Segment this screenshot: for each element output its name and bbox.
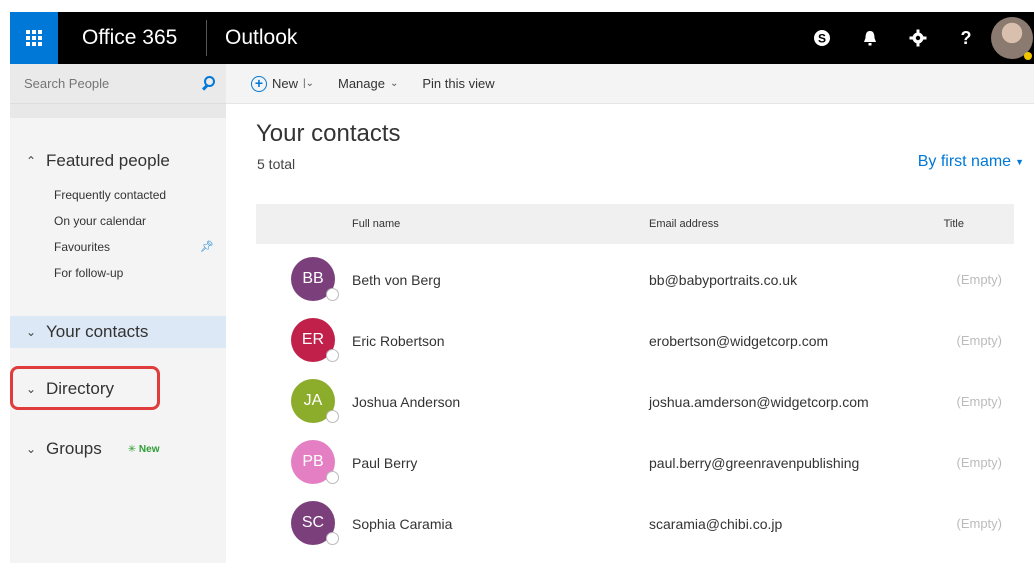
contact-title: (Empty): [956, 272, 1003, 287]
table-row[interactable]: ER Eric Robertson erobertson@widgetcorp.…: [256, 311, 1014, 372]
presence-indicator: [326, 288, 339, 301]
table-header: Full name Email address Title: [256, 204, 1014, 244]
contact-email: bb@babyportraits.co.uk: [649, 272, 798, 288]
new-badge: ✳ New: [127, 443, 160, 455]
notifications-button[interactable]: [846, 12, 894, 64]
gear-icon: [909, 29, 927, 47]
app-launcher-button[interactable]: [10, 12, 58, 64]
pin-view-button[interactable]: Pin this view: [422, 76, 494, 91]
table-row[interactable]: PB Paul Berry paul.berry@greenravenpubli…: [256, 433, 1014, 494]
contact-name: Paul Berry: [352, 455, 418, 471]
sidebar-item-favourites[interactable]: Favourites 📌︎: [54, 234, 226, 260]
new-button[interactable]: + New |⌄: [251, 75, 314, 92]
contacts-list: BB Beth von Berg bb@babyportraits.co.uk …: [256, 250, 1014, 555]
help-icon: ?: [960, 27, 972, 48]
contact-email: paul.berry@greenravenpublishing: [649, 455, 860, 471]
column-title[interactable]: Title: [944, 218, 964, 230]
chevron-down-icon: ⌄: [389, 78, 399, 89]
contact-name: Beth von Berg: [352, 272, 441, 288]
sort-dropdown[interactable]: By first name ▼: [918, 153, 1024, 171]
presence-indicator: [326, 349, 339, 362]
featured-people-label: Featured people: [46, 151, 170, 170]
highlight-annotation: [10, 366, 160, 410]
chevron-down-icon: ⌄: [26, 325, 37, 339]
table-row[interactable]: JA Joshua Anderson joshua.amderson@widge…: [256, 372, 1014, 433]
presence-indicator: [326, 471, 339, 484]
header-divider: [206, 20, 207, 56]
skype-icon: S: [814, 30, 830, 46]
contact-name: Joshua Anderson: [352, 394, 461, 410]
skype-button[interactable]: S: [798, 12, 846, 64]
user-avatar[interactable]: [990, 12, 1034, 64]
table-row[interactable]: BB Beth von Berg bb@babyportraits.co.uk …: [256, 250, 1014, 311]
chevron-down-icon: ⌄: [26, 442, 37, 456]
settings-button[interactable]: [894, 12, 942, 64]
search-box: [10, 64, 226, 104]
waffle-icon: [26, 30, 42, 46]
help-button[interactable]: ?: [942, 12, 990, 64]
presence-indicator: [326, 532, 339, 545]
column-full-name[interactable]: Full name: [352, 218, 400, 230]
your-contacts-label: Your contacts: [46, 322, 149, 341]
search-icon[interactable]: [200, 75, 216, 93]
sidebar-item-groups[interactable]: ⌄ Groups ✳ New: [10, 434, 226, 464]
contact-email: joshua.amderson@widgetcorp.com: [649, 394, 869, 410]
column-email[interactable]: Email address: [649, 218, 719, 230]
sidebar-spacer: [10, 104, 226, 118]
contact-title: (Empty): [956, 516, 1003, 531]
featured-people-header[interactable]: ⌃ Featured people: [10, 146, 226, 176]
app-name[interactable]: Outlook: [225, 26, 798, 50]
featured-list: Frequently contacted On your calendar Fa…: [10, 182, 226, 286]
groups-label: Groups: [46, 439, 102, 458]
plus-icon: +: [251, 75, 267, 92]
contacts-pane: + New |⌄ Manage ⌄ Pin this view Your con…: [226, 64, 1034, 563]
presence-dot: [1024, 52, 1032, 60]
table-row[interactable]: SC Sophia Caramia scaramia@chibi.co.jp (…: [256, 494, 1014, 555]
sidebar-item-on-your-calendar[interactable]: On your calendar: [54, 208, 226, 234]
contact-count: 5 total: [257, 156, 296, 172]
sidebar-item-frequently-contacted[interactable]: Frequently contacted: [54, 182, 226, 208]
page-title: Your contacts: [256, 120, 401, 147]
suite-header: Office 365 Outlook S ?: [10, 12, 1034, 64]
contact-name: Eric Robertson: [352, 333, 445, 349]
contact-title: (Empty): [956, 333, 1003, 348]
manage-button[interactable]: Manage ⌄: [338, 76, 398, 91]
presence-indicator: [326, 410, 339, 423]
command-bar: + New |⌄ Manage ⌄ Pin this view: [226, 64, 1034, 104]
contact-name: Sophia Caramia: [352, 516, 453, 532]
search-input[interactable]: [24, 76, 200, 91]
bell-icon: [864, 31, 876, 46]
sidebar-item-your-contacts[interactable]: ⌄ Your contacts: [10, 316, 226, 348]
people-sidebar: ⌃ Featured people Frequently contacted O…: [10, 64, 226, 563]
chevron-down-icon[interactable]: |⌄: [303, 78, 314, 89]
contact-title: (Empty): [956, 455, 1003, 470]
sidebar-item-directory[interactable]: ⌄ Directory: [10, 366, 226, 410]
contact-email: scaramia@chibi.co.jp: [649, 516, 783, 532]
sidebar-item-for-follow-up[interactable]: For follow-up: [54, 260, 226, 286]
caret-down-icon: ▼: [1015, 157, 1024, 167]
svg-text:S: S: [818, 32, 826, 46]
contact-email: erobertson@widgetcorp.com: [649, 333, 829, 349]
brand-link[interactable]: Office 365: [82, 26, 206, 50]
contact-title: (Empty): [956, 394, 1003, 409]
pin-icon[interactable]: 📌︎: [200, 234, 214, 260]
chevron-up-icon: ⌃: [26, 154, 37, 168]
